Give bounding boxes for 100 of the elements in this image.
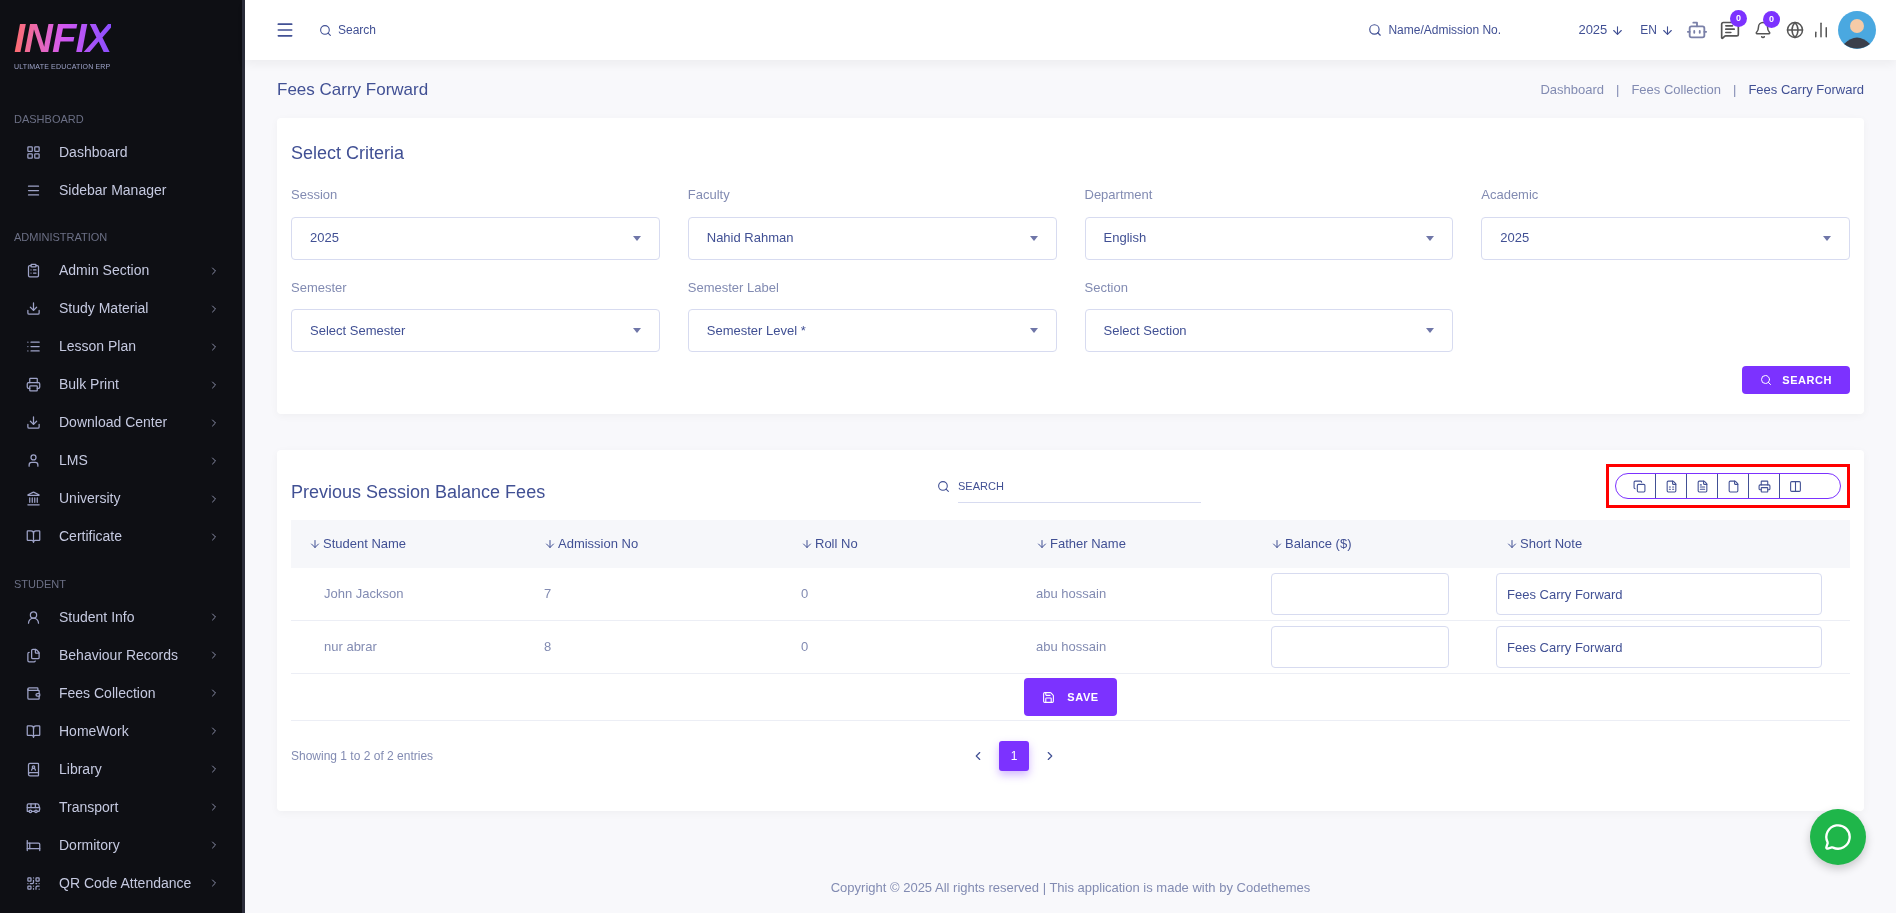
spreadsheet-icon <box>1664 479 1678 493</box>
language-selector[interactable]: EN <box>1640 21 1657 39</box>
field-label: Department <box>1084 186 1154 204</box>
menu-icon <box>26 182 41 198</box>
reader-icon <box>26 761 41 777</box>
sidebar-item[interactable]: Admin Section <box>0 251 242 290</box>
year-selector[interactable]: 2025 <box>1578 20 1608 40</box>
sidebar-item[interactable]: Library <box>0 750 242 788</box>
sidebar-item-label: Bulk Print <box>59 375 120 394</box>
sidebar-item[interactable]: University <box>0 479 242 518</box>
chart-icon[interactable] <box>1812 21 1830 39</box>
sidebar-item[interactable]: Dormitory <box>0 826 242 864</box>
table-cell-text: 8 <box>543 638 553 657</box>
dropdown-caret-icon <box>1823 235 1831 241</box>
printer-icon <box>1757 479 1771 493</box>
dropdown-caret-icon <box>632 235 641 241</box>
sidebar-item-label: Admin Section <box>59 261 151 280</box>
sidebar-item[interactable]: Behaviour Records <box>0 636 242 674</box>
printer-icon <box>26 377 41 392</box>
file-icon <box>1726 479 1740 493</box>
sort-arrow-icon <box>1271 538 1283 550</box>
sidebar-item[interactable]: HomeWork <box>0 712 242 750</box>
dropdown-caret-icon <box>632 328 641 333</box>
table-cell-text: 0 <box>800 638 810 657</box>
student-search-field[interactable]: Name/Admission No. <box>1388 21 1539 39</box>
table-search-field[interactable]: SEARCH <box>958 469 1201 503</box>
chat-bubble-icon <box>1824 823 1852 851</box>
sidebar-item[interactable]: Download Center <box>0 403 242 442</box>
select-field[interactable]: English <box>1084 216 1454 260</box>
select-field[interactable]: Nahid Rahman <box>687 216 1057 260</box>
dropdown-caret-icon <box>1029 328 1038 333</box>
page-title: Fees Carry Forward <box>277 79 429 102</box>
page-button[interactable]: 1 <box>999 741 1029 771</box>
sidebar-item[interactable]: Certificate <box>0 517 242 556</box>
sidebar-item[interactable]: Study Material <box>0 289 242 328</box>
chat-button[interactable] <box>1810 809 1866 865</box>
globe-icon[interactable] <box>1786 21 1804 39</box>
sidebar-item[interactable]: Sidebar Manager <box>0 171 242 209</box>
download-icon <box>26 301 41 316</box>
select-field[interactable]: Select Semester <box>291 309 660 352</box>
balance-input[interactable] <box>1271 626 1449 668</box>
column-header-label: Father Name <box>1050 535 1126 554</box>
column-header[interactable]: Short Note <box>1488 534 1850 554</box>
table-cell-text: abu hossain <box>1035 638 1108 657</box>
column-header[interactable]: Admission No <box>526 534 783 554</box>
column-header-label: Admission No <box>558 535 639 554</box>
dropdown-caret-icon <box>1426 235 1435 241</box>
sidebar-item-label: Library <box>59 759 103 779</box>
search-button[interactable]: SEARCH <box>1742 366 1850 394</box>
columns-icon <box>1788 479 1802 493</box>
breadcrumb-separator: | <box>1616 81 1620 100</box>
column-header[interactable]: Student Name <box>291 534 526 554</box>
save-icon <box>1042 690 1056 704</box>
search-field[interactable]: Search <box>338 21 538 39</box>
clipboard-icon <box>26 263 41 278</box>
select-field[interactable]: 2025 <box>291 216 660 260</box>
sidebar-item-label: Dormitory <box>59 835 121 855</box>
avatar-icon[interactable] <box>1838 11 1876 49</box>
document-icon <box>1695 479 1709 493</box>
person-icon <box>26 453 41 468</box>
table-cell-text: abu hossain <box>1035 585 1108 604</box>
robot-icon[interactable] <box>1686 19 1708 41</box>
sidebar-item[interactable]: Fees Collection <box>0 674 242 712</box>
select-field[interactable]: Select Section <box>1084 309 1454 352</box>
sidebar-item-label: Study Material <box>59 299 150 318</box>
short-note-input[interactable]: Fees Carry Forward <box>1496 626 1822 668</box>
notification-icon[interactable] <box>1754 21 1772 39</box>
search-icon <box>1760 374 1773 386</box>
sidebar-item[interactable]: Student Info <box>0 598 242 636</box>
column-header[interactable]: Roll No <box>783 534 1018 554</box>
save-button[interactable]: SAVE <box>1024 678 1117 716</box>
sidebar-item[interactable]: Bulk Print <box>0 365 242 404</box>
book-icon <box>26 723 41 739</box>
wallet-icon <box>26 685 41 701</box>
column-header[interactable]: Father Name <box>1018 534 1253 554</box>
chat-icon[interactable] <box>1720 20 1740 40</box>
sort-arrow-icon <box>801 538 813 550</box>
table-cell-text: nur abrar <box>323 638 378 657</box>
balance-input[interactable] <box>1271 573 1449 615</box>
field-label: Academic <box>1481 186 1540 204</box>
sidebar-item[interactable]: Dashboard <box>0 133 242 171</box>
sidebar-item[interactable]: Transport <box>0 788 242 826</box>
list-icon <box>26 339 41 354</box>
sidebar-item[interactable]: QR Code Attendance <box>0 864 242 902</box>
sidebar-item[interactable]: Lesson Plan <box>0 327 242 366</box>
column-header[interactable]: Balance ($) <box>1253 534 1488 554</box>
card-title: Select Criteria <box>291 142 406 165</box>
sidebar-item-label: Certificate <box>59 527 124 546</box>
short-note-input[interactable]: Fees Carry Forward <box>1496 573 1822 615</box>
message-count-badge: 0 <box>1730 10 1747 27</box>
field-label: Semester <box>291 278 348 297</box>
select-field[interactable]: 2025 <box>1481 216 1850 260</box>
menu-icon[interactable] <box>275 20 295 40</box>
column-header-label: Student Name <box>323 535 407 554</box>
notification-count-badge: 0 <box>1763 11 1780 28</box>
sidebar-item[interactable]: LMS <box>0 441 242 480</box>
sidebar-item-label: Student Info <box>59 607 136 627</box>
column-header-label: Roll No <box>815 535 858 554</box>
card-title: Previous Session Balance Fees <box>291 480 547 504</box>
select-field[interactable]: Semester Level * <box>687 309 1057 352</box>
